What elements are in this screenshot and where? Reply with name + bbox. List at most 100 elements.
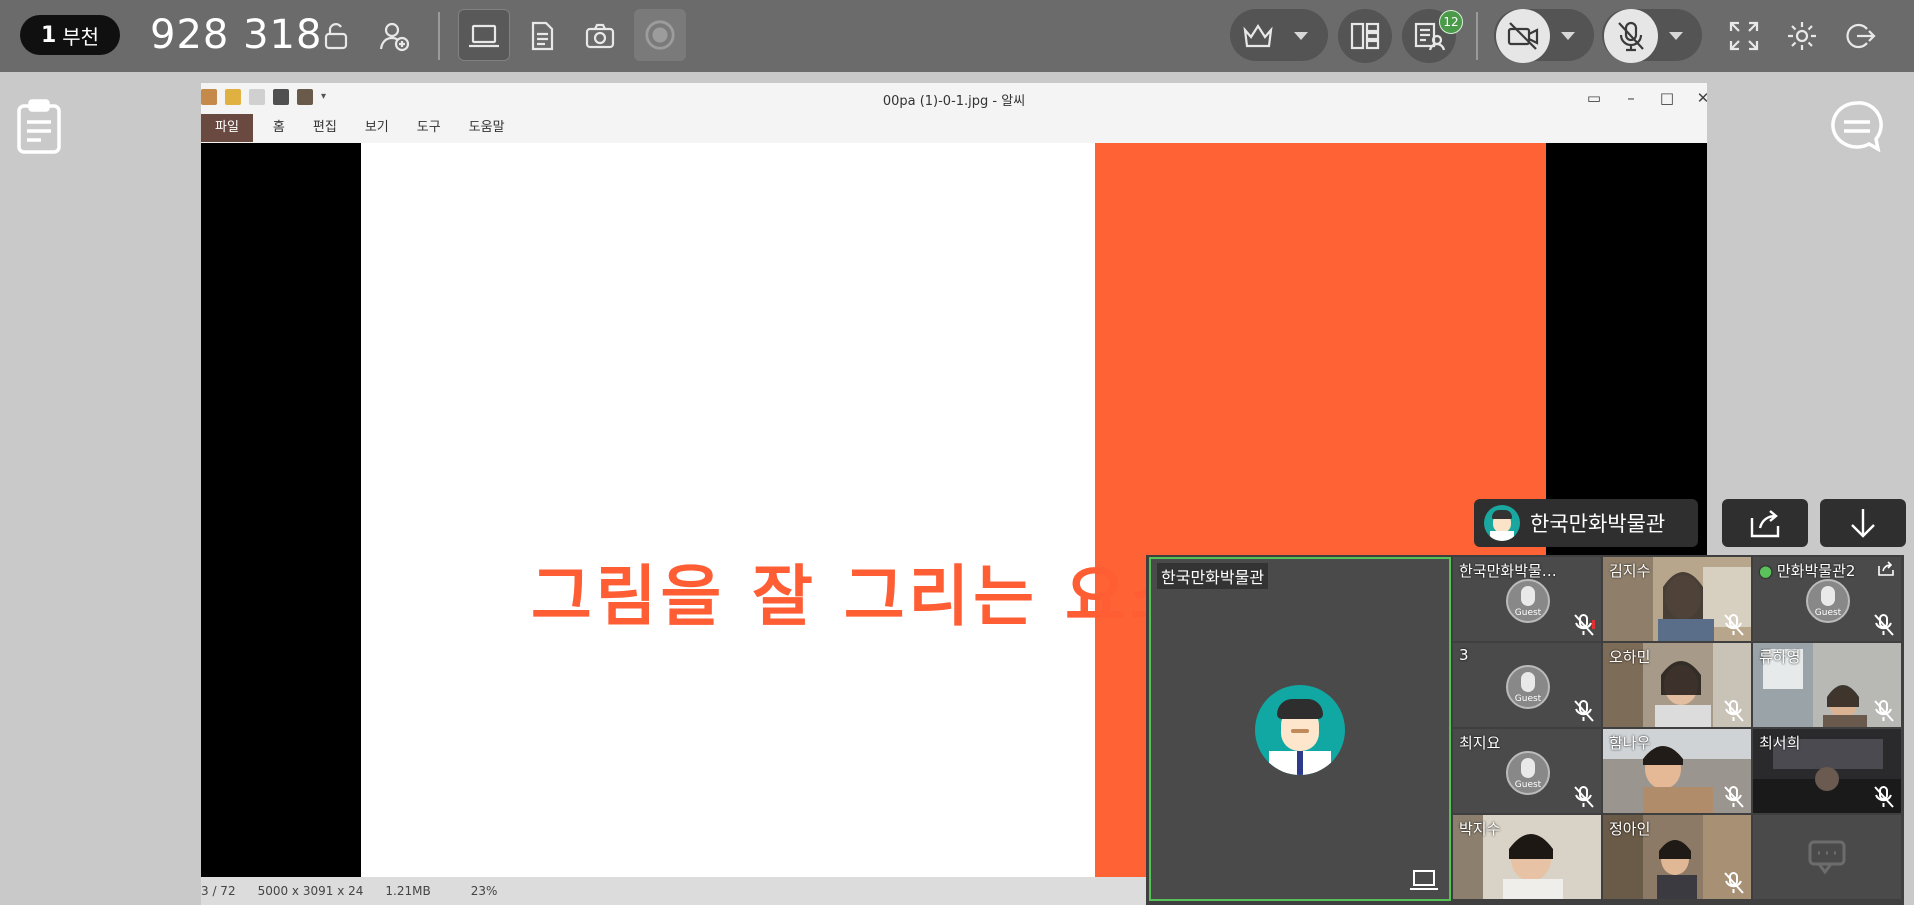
camera-toggle-button[interactable]: [1496, 9, 1550, 63]
participant-name: 류하영: [1759, 648, 1801, 666]
participant-name: 정아인: [1609, 820, 1651, 838]
arrow-down-icon: [1851, 509, 1875, 538]
host-avatar: [1255, 685, 1345, 775]
chat-placeholder-icon: [1808, 840, 1846, 875]
main-tile-name: 한국만화박물관: [1157, 563, 1269, 589]
mic-off-icon: [1723, 613, 1745, 637]
chevron-down-icon: [1561, 32, 1575, 40]
presenter-tag[interactable]: 한국만화박물관: [1474, 499, 1698, 547]
room-id: 928 318: [150, 12, 323, 58]
mic-off-icon: [1618, 21, 1644, 52]
mic-off-icon: [1873, 699, 1895, 723]
compact-mode-icon[interactable]: ▭: [1581, 87, 1607, 109]
participant-name: 박지수: [1459, 820, 1501, 838]
viewer-menu-bar: 파일 홈 편집 보기 도구 도움말: [201, 113, 1707, 143]
share-out-icon: [1750, 510, 1780, 538]
toolbar-divider: [1476, 12, 1478, 60]
screen-share-indicator-icon: [1409, 869, 1439, 891]
window-title: 00pa (1)-0-1.jpg - 알씨: [882, 94, 1026, 109]
participant-tile[interactable]: 박지수: [1453, 815, 1601, 899]
room-number: 1: [40, 22, 57, 48]
share-out-icon: [1877, 560, 1895, 576]
mic-off-icon: [1873, 785, 1895, 809]
gear-icon[interactable]: [1780, 14, 1824, 58]
chevron-down-icon: [1669, 32, 1683, 40]
mic-off-icon: [1873, 613, 1895, 637]
presenter-avatar: [1484, 505, 1520, 541]
guest-avatar: Guest: [1806, 579, 1850, 623]
participant-tile[interactable]: 함나우: [1603, 729, 1751, 813]
participant-name: 최지요: [1459, 734, 1501, 752]
mic-off-icon: [1573, 699, 1595, 723]
menu-help[interactable]: 도움말: [455, 114, 519, 142]
guest-avatar: Guest: [1506, 665, 1550, 709]
notes-panel-icon[interactable]: [10, 98, 68, 156]
menu-view[interactable]: 보기: [351, 114, 403, 142]
toolbar-divider: [438, 12, 440, 60]
guest-avatar: Guest: [1506, 751, 1550, 795]
participant-tile[interactable]: 한국만화박물… Guest: [1453, 557, 1601, 641]
chat-bubble-icon[interactable]: [1828, 98, 1886, 156]
page-counter: 3 / 72: [201, 884, 236, 898]
chat-count-badge: 12: [1439, 10, 1463, 34]
participant-tile[interactable]: 오하민: [1603, 643, 1751, 727]
participant-tile[interactable]: ● 만화박물관2 Guest: [1753, 557, 1901, 641]
top-toolbar: 1 부천 928 318 12: [0, 0, 1914, 72]
record-icon: [645, 20, 675, 50]
close-icon[interactable]: ✕: [1690, 87, 1707, 109]
crown-icon: [1236, 14, 1280, 58]
participant-name: 한국만화박물…: [1459, 562, 1557, 580]
mic-off-icon: [1723, 785, 1745, 809]
invite-user-icon[interactable]: [372, 14, 416, 58]
layout-icon: [1350, 22, 1380, 50]
host-person-icon: ●: [1759, 562, 1773, 580]
collapse-grid-button[interactable]: [1820, 499, 1906, 547]
document-icon[interactable]: [520, 14, 564, 58]
menu-home[interactable]: 홈: [259, 114, 299, 142]
participant-tile[interactable]: 3 Guest: [1453, 643, 1601, 727]
mic-toggle-button[interactable]: [1604, 9, 1658, 63]
unlock-icon[interactable]: [314, 14, 358, 58]
participant-name: 함나우: [1609, 734, 1651, 752]
viewer-title-bar: ▾ 00pa (1)-0-1.jpg - 알씨 ▭ – □ ✕: [201, 83, 1707, 113]
chevron-down-icon: [1294, 32, 1308, 40]
laptop-icon: [462, 14, 506, 58]
minimize-icon[interactable]: –: [1618, 87, 1644, 109]
participant-name: ● 만화박물관2: [1759, 562, 1856, 580]
room-badge[interactable]: 1 부천: [20, 15, 120, 55]
participant-name: 최서희: [1759, 734, 1801, 752]
menu-tools[interactable]: 도구: [403, 114, 455, 142]
participant-name: 오하민: [1609, 648, 1651, 666]
main-video-tile[interactable]: 한국만화박물관: [1149, 557, 1451, 901]
image-dimensions: 5000 x 3091 x 24: [257, 884, 364, 898]
room-name: 부천: [62, 24, 100, 49]
participant-tile[interactable]: 최지요 Guest: [1453, 729, 1601, 813]
file-size: 1.21MB: [385, 884, 431, 898]
app-root: 1 부천 928 318 12 ▾ 00pa (1)-0-1.jpg - 알씨 …: [0, 0, 1914, 905]
presenter-name: 한국만화박물관: [1530, 512, 1666, 536]
empty-tile: [1753, 815, 1901, 899]
participant-name: 김지수: [1609, 562, 1651, 580]
fullscreen-icon[interactable]: [1722, 14, 1766, 58]
menu-edit[interactable]: 편집: [299, 114, 351, 142]
mic-off-icon: [1723, 871, 1745, 895]
mic-off-icon: [1723, 699, 1745, 723]
maximize-icon[interactable]: □: [1654, 87, 1680, 109]
participant-tile[interactable]: 김지수: [1603, 557, 1751, 641]
camera-icon[interactable]: [578, 14, 622, 58]
participant-tile[interactable]: 최서희: [1753, 729, 1901, 813]
exit-icon[interactable]: [1838, 14, 1882, 58]
mic-off-icon: [1573, 785, 1595, 809]
mic-off-icon: [1573, 613, 1595, 637]
popout-button[interactable]: [1722, 499, 1808, 547]
zoom-level: 23%: [470, 884, 498, 898]
record-button[interactable]: [634, 9, 686, 61]
participant-tile[interactable]: 류하영: [1753, 643, 1901, 727]
slide-white-area: [361, 143, 1095, 877]
video-off-icon: [1507, 22, 1539, 50]
guest-avatar: Guest: [1506, 579, 1550, 623]
participant-tile[interactable]: 정아인: [1603, 815, 1751, 899]
layout-button[interactable]: [1338, 9, 1392, 63]
menu-file[interactable]: 파일: [201, 114, 253, 142]
participant-name: 3: [1459, 646, 1469, 664]
